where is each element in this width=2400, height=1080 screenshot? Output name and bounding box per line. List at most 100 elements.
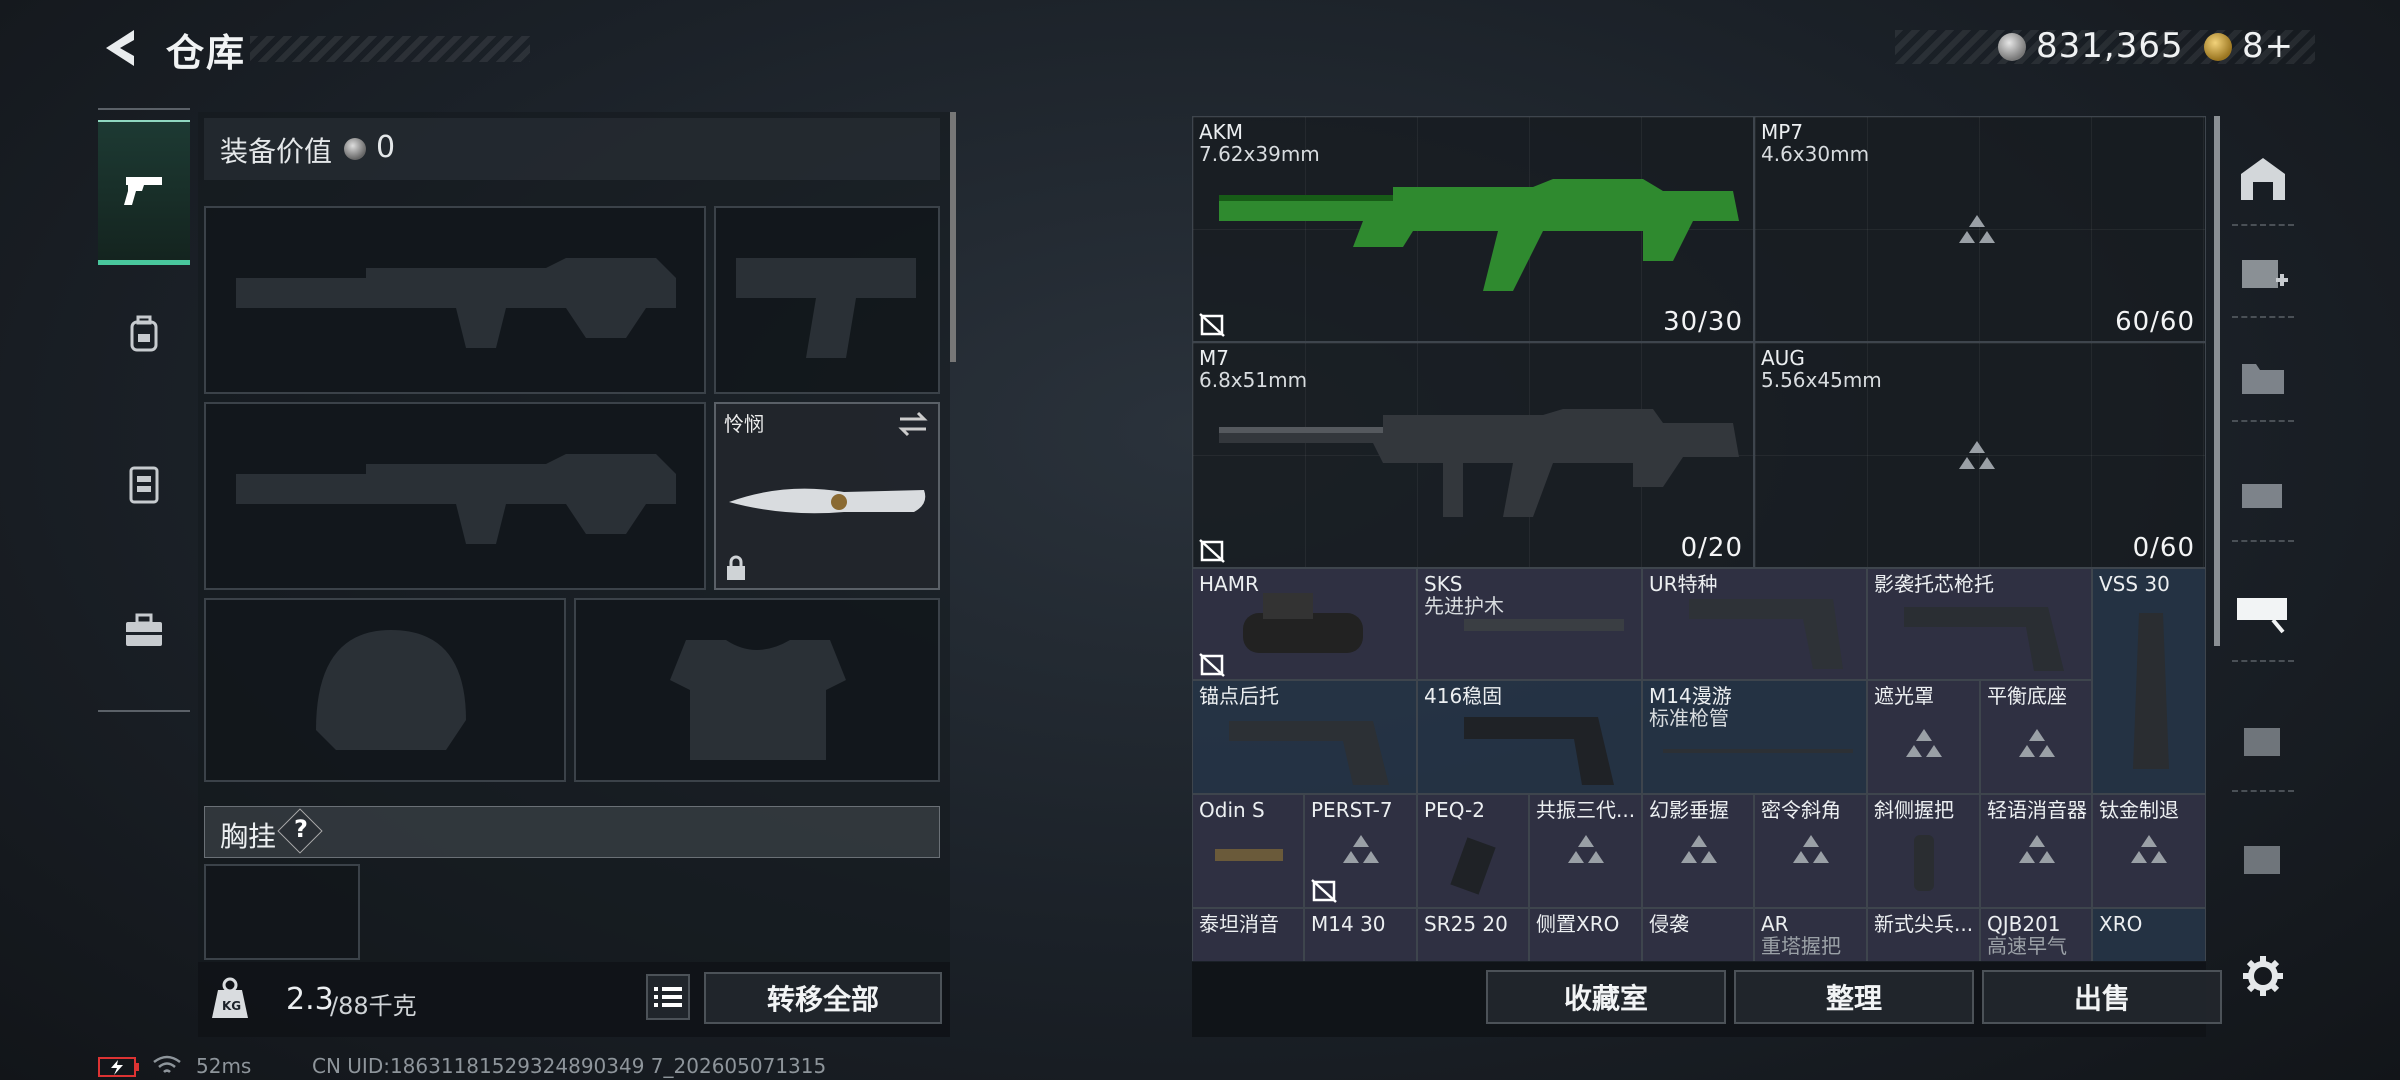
- nav-vest-tab[interactable]: [98, 434, 190, 534]
- stash-item-titanium-brake[interactable]: 钛金制退: [2092, 794, 2206, 908]
- stash-scrollbar[interactable]: [2214, 116, 2220, 646]
- stash-item-balance-base[interactable]: 平衡底座: [1980, 680, 2092, 794]
- item-name: M7: [1199, 346, 1229, 370]
- stash-item-sks-handguard[interactable]: SKS 先进护木: [1417, 568, 1642, 680]
- stash-item-lens-hood[interactable]: 遮光罩: [1867, 680, 1980, 794]
- stash-item-hamr[interactable]: HAMR: [1192, 568, 1417, 680]
- armor-slot[interactable]: [574, 598, 940, 782]
- stash-item-m7[interactable]: M7 6.8x51mm 0/20: [1192, 342, 1754, 568]
- stash-item-ur-stock[interactable]: UR特种: [1642, 568, 1867, 680]
- lock-icon: [727, 555, 745, 580]
- akm-rifle-icon: [1219, 179, 1739, 291]
- stash-item-vss-mag[interactable]: VSS 30: [2092, 568, 2206, 794]
- loading-placeholder-icon: [2131, 835, 2167, 863]
- secondary-weapon-slot[interactable]: [714, 206, 940, 394]
- warehouse-icon: [2241, 158, 2285, 200]
- side-divider: [2232, 224, 2294, 227]
- list-view-button[interactable]: [646, 974, 690, 1020]
- nav-top-line: [98, 108, 190, 110]
- stash-item-titan-suppressor[interactable]: 泰坦消音: [1192, 908, 1304, 961]
- filter-tab-6[interactable]: [2232, 700, 2294, 780]
- ammo-count: 0/60: [2132, 533, 2195, 563]
- stash-item-secret-angle[interactable]: 密令斜角: [1754, 794, 1867, 908]
- collection-room-button[interactable]: 收藏室: [1486, 970, 1726, 1024]
- item-name: SR25 20: [1424, 912, 1508, 936]
- ticket-amount[interactable]: 8+: [2242, 26, 2294, 66]
- stash-item-akm[interactable]: AKM 7.62x39mm 30/30: [1192, 116, 1754, 342]
- item-name: M14漫游: [1649, 684, 1732, 708]
- battery-charging-icon: [98, 1057, 139, 1077]
- melee-slot[interactable]: 怜悯: [714, 402, 940, 590]
- helmet-slot[interactable]: [204, 598, 566, 782]
- primary-weapon-slot-1[interactable]: [204, 206, 706, 394]
- stash-item-odin-s[interactable]: Odin S: [1192, 794, 1304, 908]
- stash-item-side-grip[interactable]: 斜侧握把: [1867, 794, 1980, 908]
- item-name: 遮光罩: [1874, 684, 1934, 708]
- stash-item-m14-barrel[interactable]: M14漫游 标准枪管: [1642, 680, 1867, 794]
- stash-item-qjb201[interactable]: QJB201 高速早气: [1980, 908, 2092, 961]
- laser-icon: [1215, 849, 1283, 861]
- nav-case-tab[interactable]: [98, 580, 190, 680]
- settings-button[interactable]: [2232, 936, 2294, 1016]
- nav-backpack-tab[interactable]: [98, 284, 190, 384]
- rifle-silhouette-icon: [236, 258, 676, 348]
- item-subname: 高速早气: [1987, 934, 2067, 958]
- nav-weapon-tab[interactable]: [98, 120, 190, 265]
- primary-weapon-slot-2[interactable]: [204, 402, 706, 590]
- back-arrow-icon[interactable]: [98, 26, 142, 70]
- ammo-count: 30/30: [1663, 307, 1743, 337]
- page-title: 仓库: [166, 31, 247, 75]
- stash-item-416-stock[interactable]: 416稳固: [1417, 680, 1642, 794]
- item-name: MP7: [1761, 120, 1804, 144]
- transfer-all-button[interactable]: 转移全部: [704, 972, 942, 1024]
- sell-button[interactable]: 出售: [1982, 970, 2222, 1024]
- helmet-silhouette-icon: [316, 630, 466, 750]
- stash-item-xro[interactable]: XRO: [2092, 908, 2206, 961]
- filter-tab-2[interactable]: [2232, 230, 2294, 310]
- loadout-scrollbar[interactable]: [950, 112, 956, 362]
- stash-item-anchor-stock[interactable]: 锚点后托: [1192, 680, 1417, 794]
- gti-weapon-icon: [2242, 484, 2282, 508]
- karambit-knife-icon: [729, 488, 926, 514]
- uid-text: CN UID:18631181529324890349 7_2026050713…: [312, 1054, 827, 1078]
- filter-tab-5-active[interactable]: [2232, 570, 2294, 650]
- barrel-icon: [1663, 749, 1853, 753]
- list-icon: [654, 987, 682, 1007]
- no-insure-icon: [1199, 313, 1225, 337]
- stash-item-sr25-20[interactable]: SR25 20: [1417, 908, 1529, 961]
- filter-all-tab[interactable]: [2232, 140, 2294, 220]
- chest-rig-slot[interactable]: [204, 864, 360, 960]
- side-divider: [2232, 540, 2294, 543]
- item-name: XRO: [2099, 912, 2143, 936]
- help-text: ?: [294, 815, 308, 843]
- loading-placeholder-icon: [2019, 835, 2055, 863]
- stash-item-ar-grip[interactable]: AR 重塔握把: [1754, 908, 1867, 961]
- coin-amount: 831,365: [2036, 26, 2184, 66]
- stash-item-new-vanguard[interactable]: 新式尖兵...: [1867, 908, 1980, 961]
- stash-item-mp7[interactable]: MP7 4.6x30mm 60/60: [1754, 116, 2206, 342]
- pistol-silhouette-icon: [736, 258, 916, 358]
- stash-item-phantom-grip[interactable]: 幻影垂握: [1642, 794, 1754, 908]
- stash-item-perst-7[interactable]: PERST-7: [1304, 794, 1417, 908]
- stash-item-m14-30[interactable]: M14 30: [1304, 908, 1417, 961]
- svg-text:KG: KG: [222, 999, 241, 1013]
- stash-item-whisper-suppressor[interactable]: 轻语消音器: [1980, 794, 2092, 908]
- ticket-icon: [2204, 33, 2232, 61]
- item-name: Odin S: [1199, 798, 1265, 822]
- filter-tab-4[interactable]: [2232, 456, 2294, 536]
- swap-icon[interactable]: [896, 410, 930, 438]
- stash-item-side-xro[interactable]: 侧置XRO: [1529, 908, 1642, 961]
- stash-item-shadow-stock[interactable]: 影袭托芯枪托: [1867, 568, 2092, 680]
- loading-placeholder-icon: [2019, 729, 2055, 757]
- equipment-value: 0: [376, 130, 396, 165]
- stash-item-peq-2[interactable]: PEQ-2: [1417, 794, 1529, 908]
- gti-gear-icon: [2244, 728, 2280, 756]
- item-name: 斜侧握把: [1874, 798, 1954, 822]
- stash-item-invasion[interactable]: 侵袭: [1642, 908, 1754, 961]
- stash-item-resonance[interactable]: 共振三代...: [1529, 794, 1642, 908]
- filter-tab-7[interactable]: [2232, 818, 2294, 898]
- stash-item-aug[interactable]: AUG 5.56x45mm 0/60: [1754, 342, 2206, 568]
- sort-button[interactable]: 整理: [1734, 970, 1974, 1024]
- filter-tab-3[interactable]: [2232, 336, 2294, 416]
- nav-bottom-line: [98, 710, 190, 712]
